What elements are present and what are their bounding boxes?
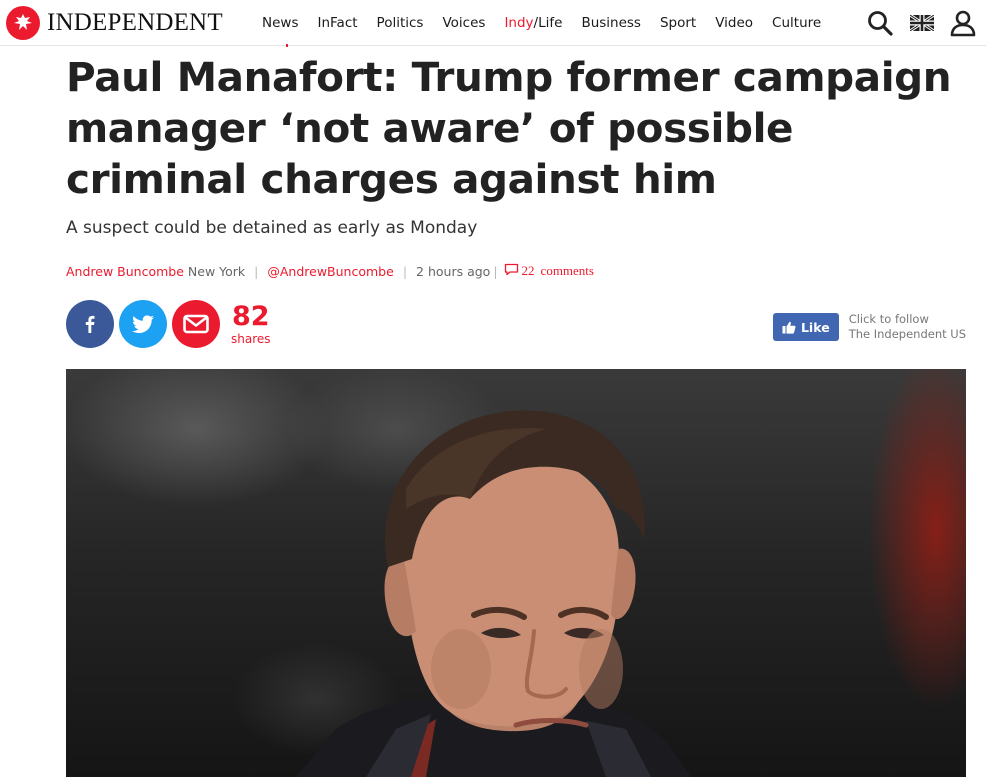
nav-item-indy-accent: Indy — [504, 15, 534, 31]
user-icon[interactable] — [950, 9, 976, 37]
main-nav: News InFact Politics Voices Indy/Life Bu… — [262, 0, 840, 46]
timestamp: 2 hours ago — [416, 263, 491, 279]
facebook-like-button[interactable]: Like — [772, 313, 839, 341]
article-standfirst: A suspect could be detained as early as … — [66, 218, 478, 238]
byline: Andrew Buncombe New York | @AndrewBuncom… — [66, 262, 594, 280]
comment-bubble-icon — [504, 263, 519, 280]
nav-item-indy-life[interactable]: Indy/Life — [504, 15, 562, 31]
byline-separator: | — [402, 263, 408, 279]
twitter-icon — [132, 315, 154, 333]
twitter-handle-link[interactable]: @AndrewBuncombe — [267, 264, 393, 279]
nav-item-sport[interactable]: Sport — [660, 15, 696, 31]
uk-flag-icon[interactable] — [910, 15, 934, 31]
nav-item-culture[interactable]: Culture — [772, 15, 821, 31]
portrait-photo — [296, 410, 691, 777]
article-headline: Paul Manafort: Trump former campaign man… — [66, 53, 952, 203]
nav-item-life-suffix: /Life — [533, 15, 563, 31]
share-bar: 82 shares — [66, 300, 271, 348]
share-count-number: 82 — [231, 301, 270, 332]
comments-link[interactable]: 22 comments — [504, 263, 594, 280]
thumbs-up-icon — [782, 321, 796, 334]
byline-separator: | — [493, 263, 498, 279]
nav-item-politics[interactable]: Politics — [377, 15, 424, 31]
share-count: 82 shares — [231, 303, 271, 345]
comments-count: 22 — [521, 263, 535, 278]
author-link[interactable]: Andrew Buncombe — [66, 264, 184, 279]
facebook-icon — [85, 315, 95, 333]
site-header: INDEPENDENT News InFact Politics Voices … — [0, 0, 986, 46]
site-logo[interactable]: INDEPENDENT — [6, 6, 223, 40]
follow-caption: Click to follow The Independent US — [849, 312, 966, 342]
byline-location: New York — [187, 263, 246, 279]
byline-separator: | — [254, 263, 259, 279]
email-icon — [183, 314, 209, 334]
nav-item-news[interactable]: News — [262, 15, 298, 31]
search-icon[interactable] — [866, 9, 894, 37]
facebook-share-button[interactable] — [66, 300, 114, 348]
nav-item-business[interactable]: Business — [581, 15, 641, 31]
nav-item-infact[interactable]: InFact — [317, 15, 357, 31]
like-label: Like — [800, 319, 830, 335]
share-count-label: shares — [231, 332, 271, 346]
nav-item-video[interactable]: Video — [715, 15, 753, 31]
nav-active-marker — [286, 44, 288, 47]
article-hero-image — [66, 369, 966, 777]
twitter-share-button[interactable] — [119, 300, 167, 348]
facebook-follow-widget: Like Click to follow The Independent US — [772, 312, 966, 342]
email-share-button[interactable] — [172, 300, 220, 348]
follow-caption-line2: The Independent US — [848, 327, 966, 341]
follow-caption-line1: Click to follow — [848, 312, 929, 326]
header-tools — [850, 0, 976, 46]
comments-label: comments — [540, 263, 594, 278]
logo-wordmark: INDEPENDENT — [47, 9, 223, 36]
eagle-logo-icon — [6, 6, 40, 40]
nav-item-voices[interactable]: Voices — [442, 15, 485, 31]
